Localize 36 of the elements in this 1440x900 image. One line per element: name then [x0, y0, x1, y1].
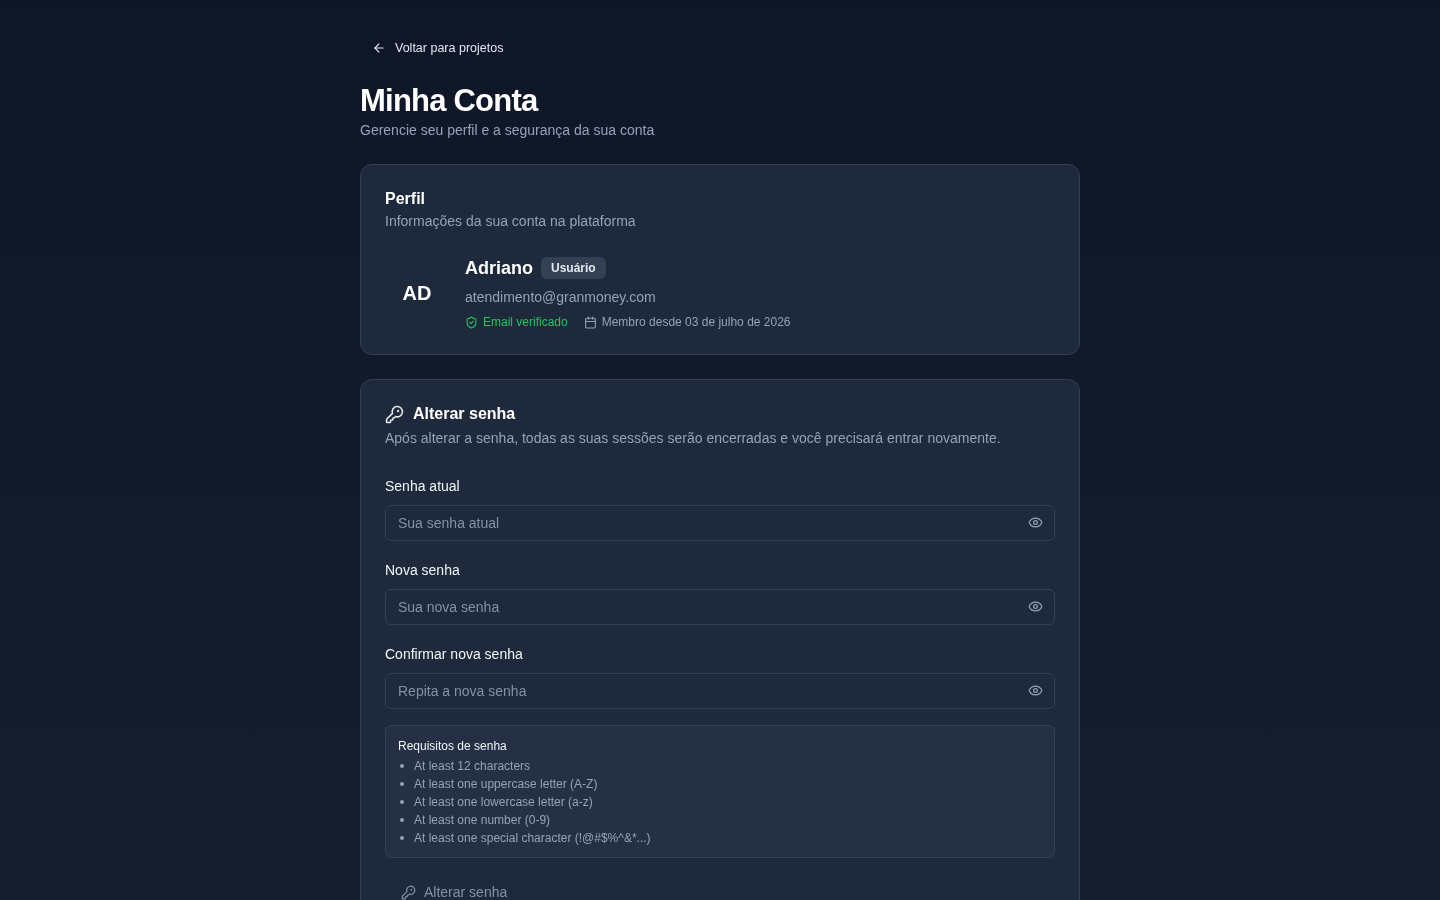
- user-email: atendimento@granmoney.com: [465, 288, 657, 307]
- card-title: Alterar senha: [413, 404, 516, 424]
- back-link[interactable]: Voltar para projetos: [360, 36, 516, 60]
- page-title: Minha Conta: [360, 83, 540, 119]
- requirement-item: At least one special character (!@#$%^&*...): [414, 830, 651, 846]
- email-status: Email verificado: [483, 314, 568, 330]
- bullet-icon: [400, 800, 404, 804]
- user-name: Adriano: [465, 257, 533, 280]
- eye-icon[interactable]: [1028, 515, 1043, 530]
- requirements-title: Requisitos de senha: [398, 738, 508, 754]
- password-field[interactable]: Sua senha atual: [385, 505, 1055, 541]
- field-label: Confirmar nova senha: [385, 645, 524, 664]
- eye-icon[interactable]: [1028, 683, 1043, 698]
- card-description: Após alterar a senha, todas as suas sessões serão encerradas e você precisará entrar novamente.: [385, 429, 1002, 448]
- calendar-icon: [583, 315, 597, 329]
- bullet-icon: [400, 836, 404, 840]
- card-description: Informações da sua conta na plataforma: [385, 212, 637, 231]
- bullet-icon: [400, 818, 404, 822]
- requirement-item: At least 12 characters: [414, 758, 531, 774]
- requirement-item: At least one lowercase letter (a-z): [414, 794, 593, 810]
- key-icon: [401, 884, 416, 900]
- page-subtitle: Gerencie seu perfil e a segurança da sua conta: [360, 121, 656, 140]
- requirement-item: At least one uppercase letter (A-Z): [414, 776, 598, 792]
- card-title: Perfil: [385, 189, 426, 209]
- eye-icon[interactable]: [1028, 599, 1043, 614]
- requirement-item: At least one number (0-9): [414, 812, 551, 828]
- role-badge: Usuário: [541, 257, 606, 279]
- bullet-icon: [400, 764, 404, 768]
- avatar-initials: AD: [401, 280, 433, 306]
- key-icon: [385, 404, 404, 424]
- field-label: Nova senha: [385, 561, 461, 580]
- bullet-icon: [400, 782, 404, 786]
- password-field[interactable]: Repita a nova senha: [385, 673, 1055, 709]
- member-since: Membro desde 03 de julho de 2026: [601, 314, 791, 330]
- field-label: Senha atual: [385, 477, 461, 496]
- password-field[interactable]: Sua nova senha: [385, 589, 1055, 625]
